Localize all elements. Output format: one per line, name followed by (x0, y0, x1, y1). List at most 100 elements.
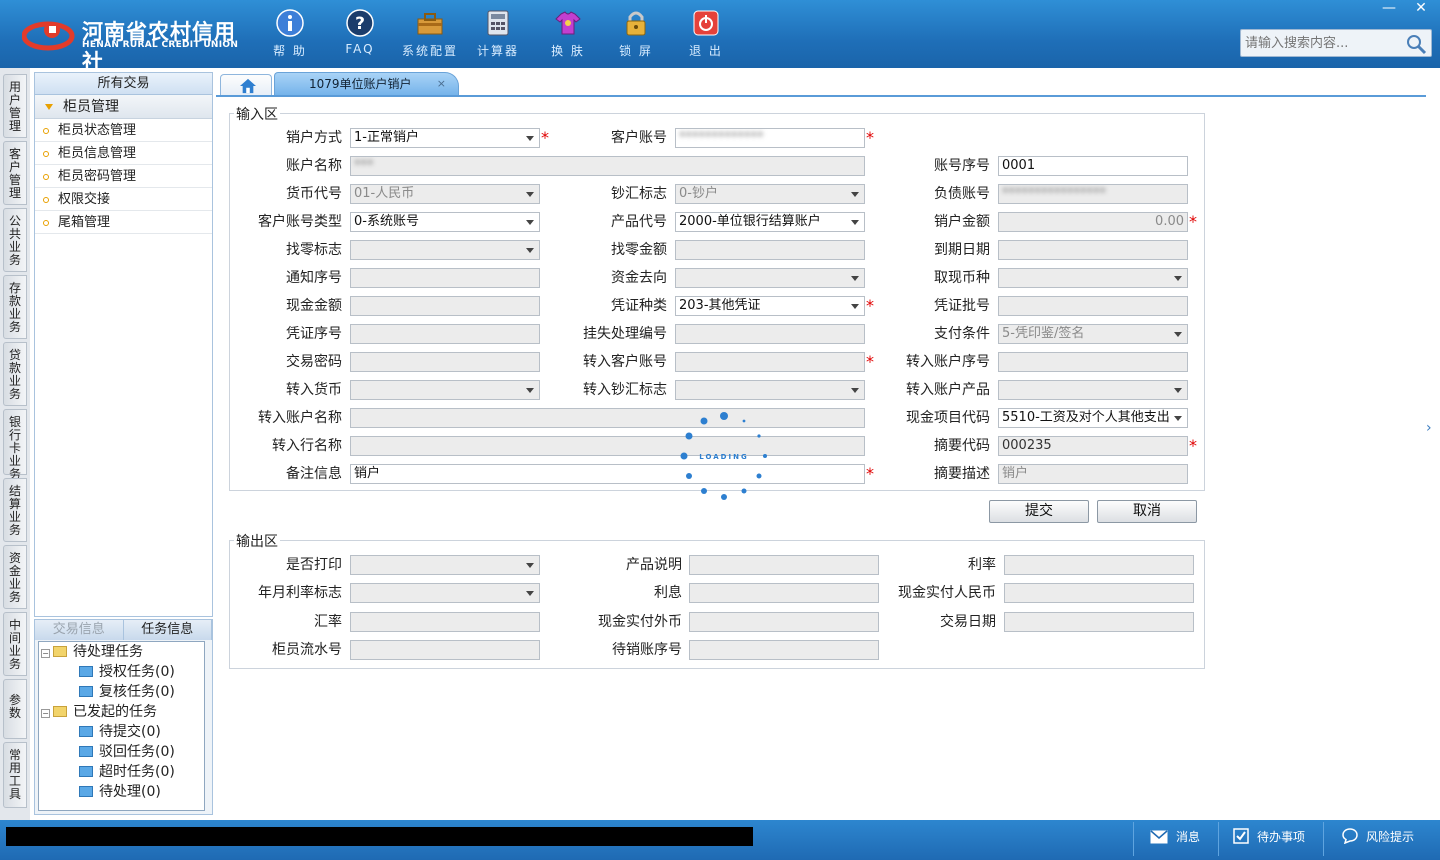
faq-button[interactable]: ? FAQ (330, 8, 390, 62)
vtab-public-business[interactable]: 公共业务 (3, 208, 27, 272)
close-amount-input[interactable]: 0.00 (998, 212, 1188, 232)
expand-right-arrow-icon[interactable]: › (1426, 420, 1436, 460)
trade-date-output[interactable] (1004, 612, 1194, 632)
account-name-input[interactable]: *** (350, 156, 865, 176)
rate-flag-select[interactable] (350, 583, 540, 603)
product-desc-output[interactable] (689, 555, 879, 575)
submit-button[interactable]: 提交 (989, 500, 1089, 523)
exit-button[interactable]: 退 出 (676, 8, 736, 62)
search-icon[interactable] (1405, 33, 1427, 55)
summary-desc-input[interactable]: 销户 (998, 464, 1188, 484)
exchange-rate-output[interactable] (350, 612, 540, 632)
rate-output[interactable] (1004, 555, 1194, 575)
pending-seq-output[interactable] (689, 640, 879, 660)
vtab-customer-management[interactable]: 客户管理 (3, 141, 27, 205)
close-window-button[interactable]: ✕ (1406, 0, 1436, 18)
customer-account-input[interactable]: ************* (675, 128, 865, 148)
vtab-intermediate-business[interactable]: 中间业务 (3, 612, 27, 676)
task-panel-tabs: 交易信息 任务信息 (35, 620, 212, 640)
tree-node-initiated[interactable]: − 已发起的任务 (41, 702, 157, 722)
due-date-input[interactable] (998, 240, 1188, 260)
tab-transaction-info[interactable]: 交易信息 (35, 620, 124, 640)
vtab-settlement-business[interactable]: 结算业务 (3, 478, 27, 542)
tab-account-close[interactable]: 1079单位账户销户 × (274, 72, 459, 96)
close-method-select[interactable]: 1-正常销户 (350, 128, 540, 148)
menu-item-permission-handover[interactable]: 权限交接 (35, 188, 212, 211)
vtab-common-tools[interactable]: 常用工具 (3, 742, 27, 808)
menu-item-teller-info[interactable]: 柜员信息管理 (35, 142, 212, 165)
cash-rmb-output[interactable] (1004, 583, 1194, 603)
notice-seq-input[interactable] (350, 268, 540, 288)
interest-output[interactable] (689, 583, 879, 603)
in-account-seq-input[interactable] (998, 352, 1188, 372)
pay-cond-select[interactable]: 5-凭印鉴/签名 (998, 324, 1188, 344)
collapse-icon[interactable]: − (41, 649, 50, 658)
task-icon (79, 786, 93, 797)
tree-node-timeout[interactable]: 超时任务(0) (79, 762, 175, 782)
collapse-icon[interactable]: − (41, 709, 50, 718)
debt-account-input[interactable]: **************** (998, 184, 1188, 204)
cash-item-code-select[interactable]: 5510-工资及对个人其他支出 (998, 408, 1188, 428)
tree-node-pending[interactable]: − 待处理任务 (41, 642, 143, 662)
product-code-select[interactable]: 2000-单位银行结算账户 (675, 212, 865, 232)
account-seq-input[interactable]: 0001 (998, 156, 1188, 176)
teller-management-group[interactable]: 柜员管理 (35, 95, 212, 119)
minimize-button[interactable]: — (1374, 0, 1404, 18)
tab-home[interactable] (220, 74, 272, 96)
search-input[interactable] (1245, 34, 1405, 52)
voucher-type-select[interactable]: 203-其他凭证 (675, 296, 865, 316)
tab-task-info[interactable]: 任务信息 (123, 620, 212, 640)
in-bank-name-input[interactable] (350, 436, 865, 456)
voucher-seq-input[interactable] (350, 324, 540, 344)
system-config-button[interactable]: 系统配置 (400, 8, 460, 62)
calculator-button[interactable]: 计算器 (468, 8, 528, 62)
fund-dest-select[interactable] (675, 268, 865, 288)
change-flag-select[interactable] (350, 240, 540, 260)
task-icon (79, 766, 93, 777)
print-select[interactable] (350, 555, 540, 575)
vtab-user-management[interactable]: 用户管理 (3, 74, 27, 138)
tree-node-to-process[interactable]: 待处理(0) (79, 782, 161, 802)
all-transactions-header[interactable]: 所有交易 (35, 73, 212, 95)
vtab-loan-business[interactable]: 贷款业务 (3, 342, 27, 406)
skin-button[interactable]: 换 肤 (538, 8, 598, 62)
risk-alert-button[interactable]: 风险提示 (1342, 827, 1414, 847)
tree-node-review-tasks[interactable]: 复核任务(0) (79, 682, 175, 702)
tree-node-auth-tasks[interactable]: 授权任务(0) (79, 662, 175, 682)
loss-no-input[interactable] (675, 324, 865, 344)
withdraw-currency-select[interactable] (998, 268, 1188, 288)
vtab-label: 结算业务 (9, 484, 22, 537)
vtab-deposit-business[interactable]: 存款业务 (3, 275, 27, 339)
trade-pwd-input[interactable] (350, 352, 540, 372)
cash-amount-input[interactable] (350, 296, 540, 316)
help-button[interactable]: 帮 助 (260, 8, 320, 62)
label-in-account-seq: 转入账户序号 (906, 354, 990, 370)
currency-code-select[interactable]: 01-人民币 (350, 184, 540, 204)
tree-node-to-submit[interactable]: 待提交(0) (79, 722, 161, 742)
cash-foreign-output[interactable] (689, 612, 879, 632)
cancel-button[interactable]: 取消 (1097, 500, 1197, 523)
cash-flag-select[interactable]: 0-钞户 (675, 184, 865, 204)
vtab-parameters[interactable]: 参数 (3, 679, 27, 739)
messages-button[interactable]: 消息 (1150, 827, 1200, 847)
change-amount-input[interactable] (675, 240, 865, 260)
summary-code-input[interactable]: 000235 (998, 436, 1188, 456)
lock-screen-button[interactable]: 锁 屏 (606, 8, 666, 62)
in-account-product-select[interactable] (998, 380, 1188, 400)
teller-seq-output[interactable] (350, 640, 540, 660)
menu-item-teller-status[interactable]: 柜员状态管理 (35, 119, 212, 142)
account-type-select[interactable]: 0-系统账号 (350, 212, 540, 232)
in-cash-flag-select[interactable] (675, 380, 865, 400)
tab-close-icon[interactable]: × (437, 73, 446, 95)
in-currency-select[interactable] (350, 380, 540, 400)
menu-item-cash-box[interactable]: 尾箱管理 (35, 211, 212, 234)
tree-node-rejected[interactable]: 驳回任务(0) (79, 742, 175, 762)
in-account-name-input[interactable] (350, 408, 865, 428)
menu-item-teller-password[interactable]: 柜员密码管理 (35, 165, 212, 188)
vtab-card-business[interactable]: 银行卡业务 (3, 409, 27, 481)
todo-button[interactable]: 待办事项 (1233, 827, 1305, 847)
remark-input[interactable]: 销户 (350, 464, 865, 484)
in-customer-account-input[interactable] (675, 352, 865, 372)
voucher-batch-input[interactable] (998, 296, 1188, 316)
vtab-funds-business[interactable]: 资金业务 (3, 545, 27, 609)
